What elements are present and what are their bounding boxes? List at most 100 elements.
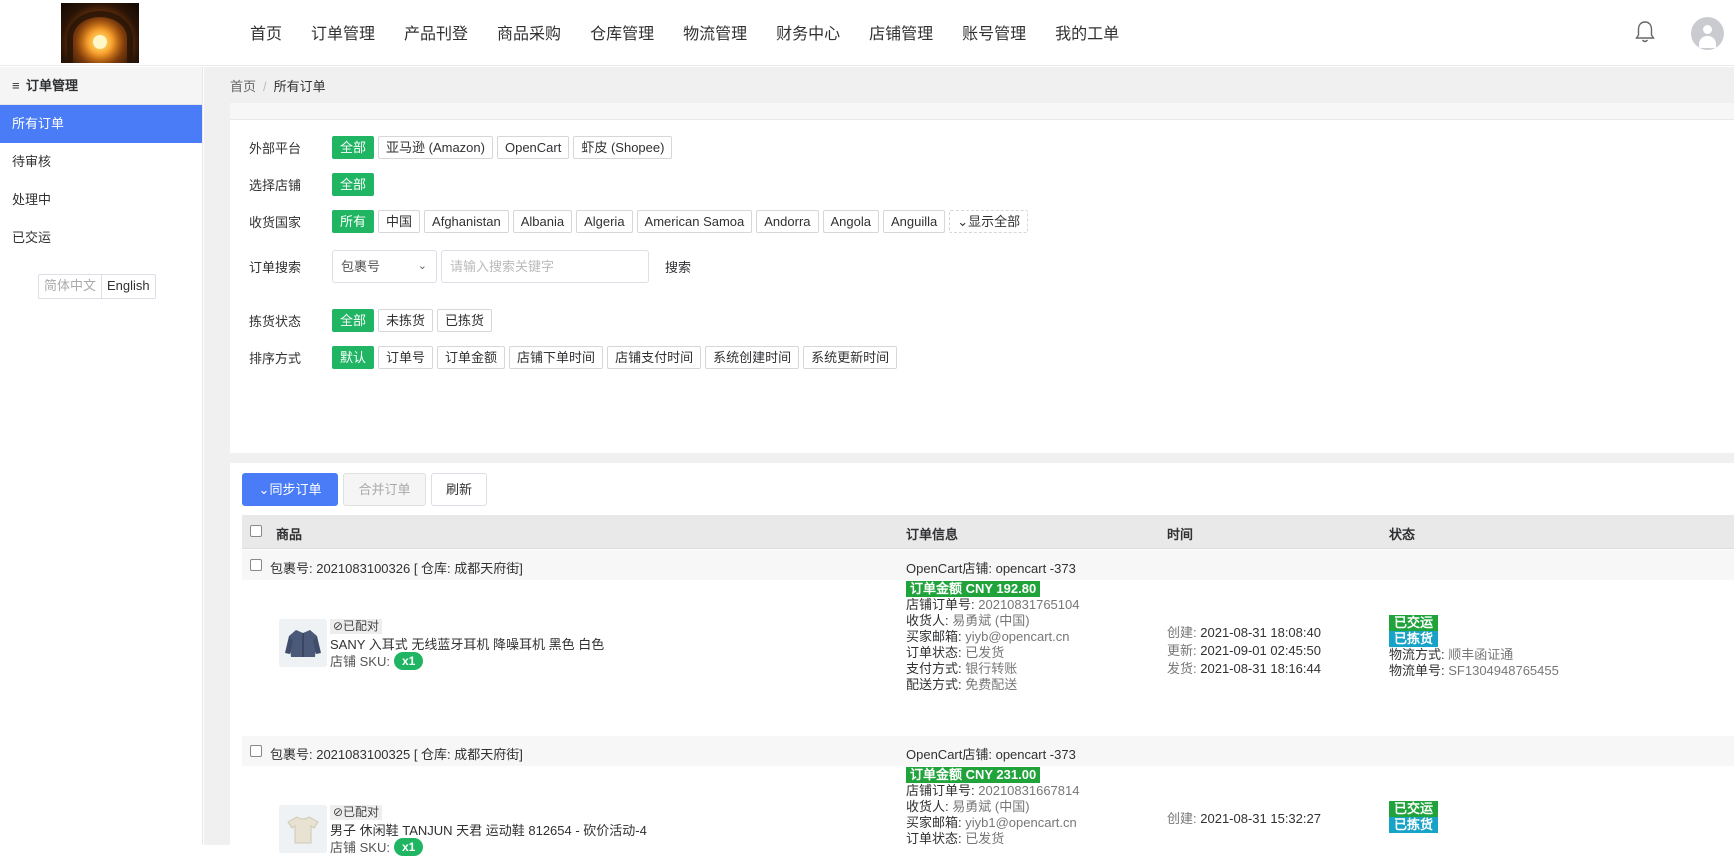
- store-order-no-value: 20210831667814: [978, 783, 1080, 798]
- platform-filter-row: 外部平台 全部 亚马逊 (Amazon) OpenCart 虾皮 (Shopee…: [249, 136, 676, 159]
- header-time: 时间: [1167, 527, 1194, 542]
- nav-orders[interactable]: 订单管理: [311, 20, 375, 44]
- nav-warehouse[interactable]: 仓库管理: [590, 20, 654, 44]
- nav-logistics[interactable]: 物流管理: [683, 20, 747, 44]
- store-filter-row: 选择店铺 全部: [249, 173, 378, 196]
- brand-logo[interactable]: [61, 3, 139, 63]
- bell-icon[interactable]: [1634, 20, 1656, 44]
- sidebar-item-shipped[interactable]: 已交运: [0, 219, 202, 257]
- created-label: 创建:: [1167, 811, 1197, 826]
- product-thumbnail[interactable]: [279, 619, 327, 667]
- country-filter-row: 收货国家 所有 中国 Afghanistan Albania Algeria A…: [249, 210, 1032, 233]
- store-label: 选择店铺: [249, 178, 302, 193]
- country-option[interactable]: Afghanistan: [424, 210, 509, 233]
- sidebar-title-label: 订单管理: [26, 78, 79, 93]
- sort-option[interactable]: 店铺下单时间: [509, 346, 604, 369]
- sidebar-title: ≡ 订单管理: [0, 67, 202, 105]
- country-option[interactable]: 所有: [332, 210, 375, 233]
- nav-listing[interactable]: 产品刊登: [404, 20, 468, 44]
- search-input[interactable]: 请输入搜索关键字: [441, 250, 649, 283]
- avatar-body-shape: [1699, 36, 1716, 48]
- sidebar-item-processing[interactable]: 处理中: [0, 181, 202, 219]
- picked-badge: 已拣货: [1389, 817, 1439, 833]
- order-checkbox[interactable]: [250, 559, 262, 571]
- breadcrumb-home[interactable]: 首页: [230, 79, 256, 94]
- package-number: 包裹号: 2021083100325 [ 仓库: 成都天府街]: [270, 747, 523, 762]
- store-name: OpenCart店铺: opencart -373: [906, 561, 1076, 576]
- sidebar-item-pending-review[interactable]: 待审核: [0, 143, 202, 181]
- platform-label: 外部平台: [249, 141, 302, 156]
- order-checkbox[interactable]: [250, 745, 262, 757]
- store-order-no-label: 店铺订单号:: [906, 783, 975, 798]
- platform-option[interactable]: OpenCart: [496, 136, 570, 159]
- platform-option[interactable]: 全部: [332, 136, 375, 159]
- order-status: 已交运 已拣货: [1389, 801, 1439, 833]
- search-type-value: 包裹号: [341, 259, 381, 274]
- chevron-down-icon: ⌄: [417, 260, 427, 272]
- menu-icon: ≡: [12, 78, 20, 93]
- country-option[interactable]: 中国: [378, 210, 421, 233]
- breadcrumb-separator: /: [263, 79, 267, 94]
- order-header-row: 包裹号: 2021083100326 [ 仓库: 成都天府街] OpenCart…: [242, 550, 1734, 580]
- search-label: 订单搜索: [249, 260, 302, 275]
- store-option[interactable]: 全部: [332, 173, 375, 196]
- sidebar-item-all-orders[interactable]: 所有订单: [0, 105, 202, 143]
- lang-en-button[interactable]: English: [102, 275, 155, 298]
- sort-row: 排序方式 默认 订单号 订单金额 店铺下单时间 店铺支付时间 系统创建时间 系统…: [249, 346, 901, 369]
- country-option[interactable]: Algeria: [576, 210, 633, 233]
- package-number: 包裹号: 2021083100326 [ 仓库: 成都天府街]: [270, 561, 523, 576]
- nav-home[interactable]: 首页: [250, 20, 282, 44]
- nav-purchase[interactable]: 商品采购: [497, 20, 561, 44]
- receiver-value: 易勇斌 (中国): [952, 613, 1030, 628]
- sort-option[interactable]: 系统创建时间: [705, 346, 800, 369]
- lang-zh-button[interactable]: 简体中文: [39, 275, 103, 298]
- store-order-no-label: 店铺订单号:: [906, 597, 975, 612]
- quantity-badge: x1: [393, 651, 424, 670]
- sort-option[interactable]: 默认: [332, 346, 375, 369]
- matched-badge: ⊘已配对: [330, 619, 383, 634]
- orders-table-header: 商品 订单信息 时间 状态: [242, 515, 1734, 549]
- payment-value: 银行转账: [965, 661, 1018, 676]
- order-status-value: 已发货: [965, 645, 1005, 660]
- created-value: 2021-08-31 18:08:40: [1200, 625, 1321, 640]
- merge-orders-button[interactable]: 合并订单: [343, 473, 426, 506]
- country-option[interactable]: Anguilla: [883, 210, 946, 233]
- sort-option[interactable]: 订单金额: [437, 346, 506, 369]
- receiver-label: 收货人:: [906, 799, 949, 814]
- country-option[interactable]: Andorra: [756, 210, 819, 233]
- nav-accounts[interactable]: 账号管理: [962, 20, 1026, 44]
- shipping-label: 配送方式:: [906, 677, 962, 692]
- refresh-button[interactable]: 刷新: [431, 473, 487, 506]
- search-button[interactable]: 搜索: [665, 257, 691, 276]
- sort-option[interactable]: 系统更新时间: [803, 346, 898, 369]
- platform-option[interactable]: 亚马逊 (Amazon): [378, 136, 493, 159]
- filter-panel: 外部平台 全部 亚马逊 (Amazon) OpenCart 虾皮 (Shopee…: [230, 103, 1734, 453]
- order-body-row: ⊘已配对 SANY 入耳式 无线蓝牙耳机 降噪耳机 黑色 白色 店铺 SKU: x…: [242, 580, 1734, 713]
- country-option[interactable]: Angola: [822, 210, 879, 233]
- header-product: 商品: [276, 527, 303, 542]
- product-sku: 店铺 SKU: x1: [330, 651, 424, 670]
- nav-stores[interactable]: 店铺管理: [869, 20, 933, 44]
- nav-tickets[interactable]: 我的工单: [1055, 20, 1119, 44]
- sort-option[interactable]: 店铺支付时间: [607, 346, 702, 369]
- show-all-countries-button[interactable]: ⌄显示全部: [949, 210, 1029, 233]
- buyer-email-value: yiyb@opencart.cn: [965, 629, 1070, 644]
- country-option[interactable]: American Samoa: [636, 210, 753, 233]
- order-info: 订单金额 CNY 192.80 店铺订单号: 20210831765104 收货…: [906, 581, 1079, 693]
- search-type-select[interactable]: 包裹号 ⌄: [332, 250, 437, 283]
- sync-orders-button[interactable]: ⌄同步订单: [242, 473, 338, 506]
- tracking-label: 物流单号:: [1389, 663, 1445, 678]
- order-header-row: 包裹号: 2021083100325 [ 仓库: 成都天府街] OpenCart…: [242, 736, 1734, 766]
- sort-option[interactable]: 订单号: [378, 346, 434, 369]
- country-option[interactable]: Albania: [512, 210, 573, 233]
- product-thumbnail[interactable]: [279, 805, 327, 853]
- pick-option[interactable]: 已拣货: [437, 309, 493, 332]
- pick-option[interactable]: 全部: [332, 309, 375, 332]
- matched-badge: ⊘已配对: [330, 805, 383, 820]
- platform-option[interactable]: 虾皮 (Shopee): [573, 136, 673, 159]
- select-all-checkbox[interactable]: [250, 525, 262, 537]
- user-avatar[interactable]: [1691, 17, 1724, 50]
- tracking-value[interactable]: SF1304948765455: [1448, 663, 1559, 678]
- pick-option[interactable]: 未拣货: [378, 309, 434, 332]
- nav-finance[interactable]: 财务中心: [776, 20, 840, 44]
